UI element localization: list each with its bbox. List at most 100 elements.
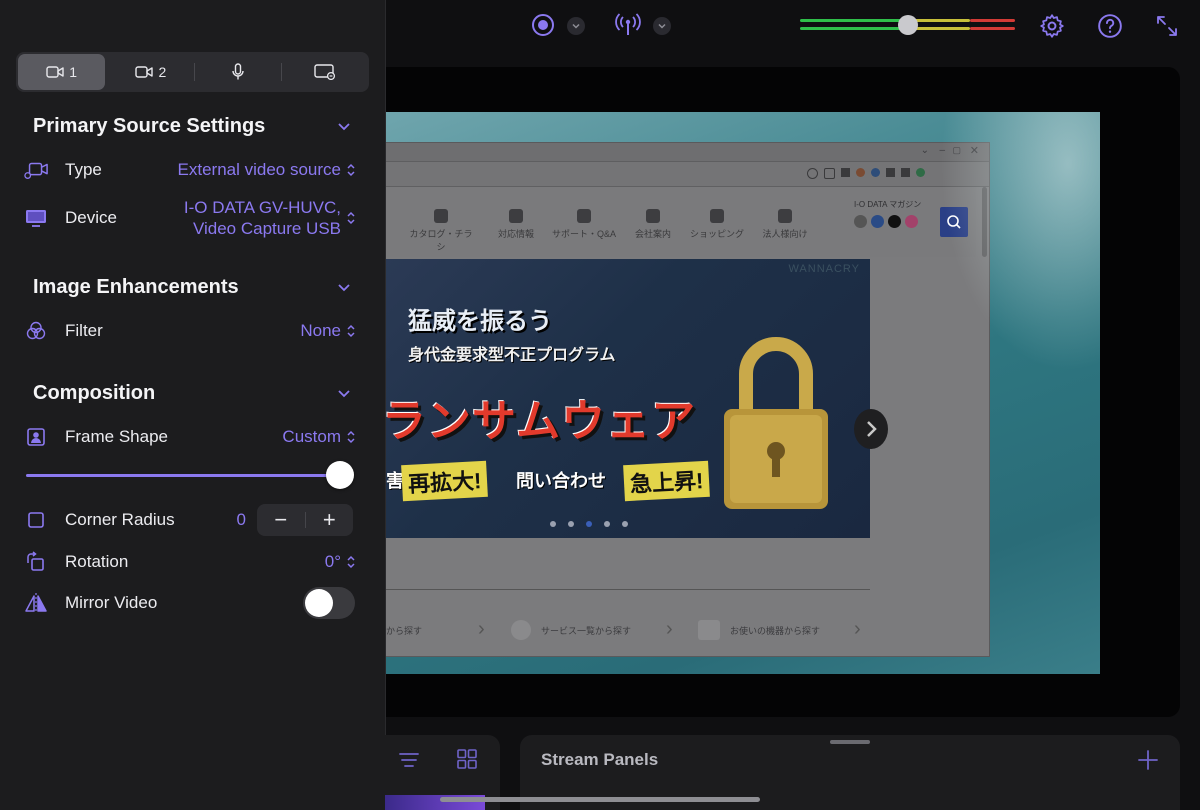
primary-section-chevron-down-icon[interactable] <box>336 118 352 134</box>
record-icon[interactable] <box>530 12 556 38</box>
video-camera-icon <box>135 66 154 78</box>
meter-bar-red-bottom <box>970 27 1015 30</box>
banner-line-2: 身代金要求型不正プログラム <box>408 347 616 364</box>
grid-icon[interactable] <box>456 748 478 770</box>
filter-row[interactable]: Filter None <box>24 317 356 345</box>
source-tab-camera-2[interactable]: 2 <box>107 52 195 92</box>
external-source-icon <box>24 158 48 182</box>
website-nav: カタログ・チラシ 対応情報 サポート・Q&A 会社案内 ショッピング 法人様向け… <box>386 187 976 257</box>
browser-maximize-icon: ▢ <box>952 145 961 155</box>
rotation-value-text: 0° <box>324 552 341 571</box>
home-indicator[interactable] <box>440 797 760 802</box>
corner-radius-stepper[interactable]: − + <box>257 504 353 536</box>
rotation-value[interactable]: 0° <box>325 552 356 572</box>
source-tab-microphone[interactable] <box>195 52 282 92</box>
add-panel-plus-icon[interactable] <box>1137 749 1159 771</box>
stream-panels-title: Stream Panels <box>541 750 659 769</box>
volume-slider-thumb[interactable] <box>897 15 918 35</box>
banner-line-1: 猛威を振るう <box>408 308 552 335</box>
web-link-3-chevron-icon: › <box>854 618 861 640</box>
web-nav-catalog: カタログ・チラシ <box>406 209 476 253</box>
web-banner-ransomware: WANNACRY 猛威を振るう 身代金要求型不正プログラム ランサムウェア 害 … <box>386 259 870 538</box>
filter-value-text: None <box>300 321 341 340</box>
web-nav-support-info: 対応情報 <box>481 209 551 240</box>
video-preview[interactable]: ⌄ – ▢ ✕ カタログ・チラシ 対応情報 サポート・Q&A 会社案内 ショッピ… <box>385 112 1100 674</box>
device-value-line-1: I-O DATA GV-HUVC, <box>183 198 341 217</box>
web-nav-business: 法人様向け <box>750 209 820 240</box>
source-tab-label: 2 <box>158 64 167 80</box>
mirror-icon <box>24 591 48 615</box>
type-value[interactable]: External video source <box>178 160 356 180</box>
web-brand-magazine: I-O DATA マガジン <box>854 200 922 209</box>
banner-next-arrow-icon <box>854 409 888 449</box>
web-divider <box>386 589 870 590</box>
broadcast-options-chevron-down-icon[interactable] <box>653 17 671 35</box>
source-tab-camera-1[interactable]: 1 <box>18 54 106 90</box>
updown-chevron-icon <box>347 430 355 444</box>
web-link-1: から探す <box>386 626 423 636</box>
increment-button[interactable]: + <box>306 504 354 536</box>
browser-titlebar: ⌄ – ▢ ✕ <box>386 143 989 162</box>
captured-browser-window: ⌄ – ▢ ✕ カタログ・チラシ 対応情報 サポート・Q&A 会社案内 ショッピ… <box>385 142 990 657</box>
source-tabs: 1 2 <box>16 52 369 92</box>
browser-close-icon: ✕ <box>969 145 979 157</box>
filter-value[interactable]: None <box>300 321 356 341</box>
source-tab-screen-overlay[interactable] <box>282 52 369 92</box>
person-frame-icon <box>24 425 48 449</box>
audio-level-meter[interactable] <box>800 15 1015 35</box>
web-lower-links: から探す › サービス一覧から探す › お使いの機器から探す › <box>386 618 870 668</box>
web-link-2: サービス一覧から探す <box>541 626 632 636</box>
updown-chevron-icon <box>347 324 355 338</box>
panel-grabber-handle[interactable] <box>830 740 870 744</box>
device-row[interactable]: Device I-O DATA GV-HUVC, Video Capture U… <box>24 198 356 238</box>
banner-tag-1: 再拡大! <box>401 460 489 502</box>
frame-shape-row[interactable]: Frame Shape Custom <box>24 423 356 451</box>
type-row[interactable]: Type External video source <box>24 156 356 184</box>
banner-watermark: WANNACRY <box>788 263 860 275</box>
decrement-button[interactable]: − <box>257 504 305 536</box>
device-value-line-2: Video Capture USB <box>192 219 341 238</box>
web-nav-shopping: ショッピング <box>682 209 752 240</box>
slider-track <box>26 474 340 477</box>
meter-bar-green-bottom <box>800 27 910 30</box>
corner-radius-value: 0 <box>236 510 246 529</box>
type-label: Type <box>65 160 102 179</box>
broadcast-icon[interactable] <box>614 11 642 39</box>
settings-gear-icon[interactable] <box>1037 11 1067 41</box>
composition-section-chevron-down-icon[interactable] <box>336 385 352 401</box>
meter-bar-green-top <box>800 19 910 22</box>
mirror-video-toggle[interactable] <box>303 587 355 619</box>
enhancements-section-chevron-down-icon[interactable] <box>336 279 352 295</box>
web-link-1-chevron-icon: › <box>478 618 485 640</box>
expand-icon[interactable] <box>1153 12 1181 40</box>
meter-bar-yellow-top <box>910 19 970 22</box>
web-nav-company: 会社案内 <box>618 209 688 240</box>
list-icon[interactable] <box>398 750 420 770</box>
rotation-label: Rotation <box>65 552 129 571</box>
record-options-chevron-down-icon[interactable] <box>567 17 585 35</box>
slider-thumb[interactable] <box>326 461 354 489</box>
browser-extension-icons <box>807 168 967 180</box>
composition-section-title: Composition <box>33 382 156 404</box>
device-label: Device <box>65 208 117 227</box>
filter-circles-icon <box>24 319 48 343</box>
rotation-row[interactable]: Rotation 0° <box>24 548 356 576</box>
frame-shape-value-text: Custom <box>282 427 341 446</box>
banner-line-3: ランサムウェア <box>386 397 697 446</box>
banner-tag-3: 急上昇! <box>623 460 711 502</box>
meter-bar-red-top <box>970 19 1015 22</box>
frame-shape-slider[interactable] <box>26 458 354 492</box>
web-search-icon <box>940 207 968 237</box>
microphone-icon <box>232 63 244 80</box>
top-toolbar <box>385 0 1200 60</box>
browser-minimize-chevron-icon: ⌄ <box>920 145 929 156</box>
device-value[interactable]: I-O DATA GV-HUVC, Video Capture USB <box>184 197 356 239</box>
browser-scrollbar <box>982 187 987 257</box>
source-tab-label: 1 <box>69 64 78 80</box>
padlock-icon <box>724 337 828 509</box>
updown-chevron-icon <box>347 163 355 177</box>
help-question-icon[interactable] <box>1096 12 1124 40</box>
browser-minimize-icon: – <box>939 145 945 156</box>
frame-shape-value[interactable]: Custom <box>282 427 356 447</box>
web-social-icons <box>854 215 918 228</box>
